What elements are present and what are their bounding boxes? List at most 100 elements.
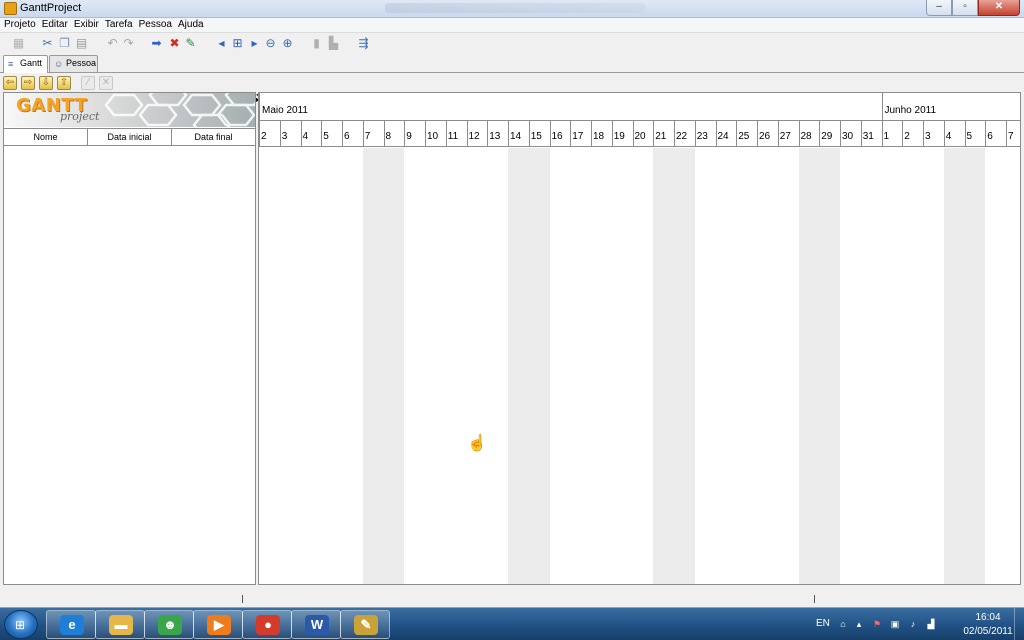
- day-header: 26: [757, 121, 778, 147]
- scroll-right-icon[interactable]: ▸: [248, 37, 261, 50]
- unlink-tasks-icon[interactable]: ✕: [99, 76, 113, 90]
- cut-icon[interactable]: ✂: [41, 37, 54, 50]
- day-header: 24: [715, 121, 737, 147]
- messenger-button[interactable]: ☻: [144, 610, 194, 639]
- chrome-icon: ●: [256, 615, 280, 635]
- outdent-icon[interactable]: ⇦: [3, 76, 17, 90]
- menu-tarefa[interactable]: Tarefa: [105, 18, 133, 32]
- day-header: 5: [964, 121, 986, 147]
- windows-taskbar: ⊞ EN ⌂ ▴ ⚑ ▣ ♪ ▟ 16:04 02/05/2011 e ▬ ☻ ▶ ● W…: [0, 607, 1024, 640]
- day-header: 18: [591, 121, 612, 147]
- fit-icon[interactable]: ⊞: [231, 37, 244, 50]
- logo-subtext: project: [60, 110, 100, 123]
- weekend-column: [964, 148, 986, 584]
- weekend-column: [674, 148, 695, 584]
- day-header: 10: [425, 121, 446, 147]
- volume-icon[interactable]: ♪: [908, 619, 918, 629]
- column-data-inicial[interactable]: Data inicial: [88, 129, 172, 145]
- weekend-column: [383, 148, 405, 584]
- undo-icon[interactable]: ↶: [106, 37, 119, 50]
- day-header: 17: [570, 121, 591, 147]
- day-header: 30: [840, 121, 861, 147]
- minimize-button[interactable]: –: [926, 0, 952, 16]
- link-icon[interactable]: ➡: [150, 37, 163, 50]
- internet-explorer-button[interactable]: e: [46, 610, 96, 639]
- column-nome[interactable]: Nome: [4, 129, 88, 145]
- word-button[interactable]: W: [291, 610, 341, 639]
- tab-gantt[interactable]: ≡ Gantt: [3, 55, 48, 73]
- app-icon: [4, 2, 17, 15]
- day-header: 16: [549, 121, 571, 147]
- gantt-chart[interactable]: Maio 2011 Junho 2011 2 3 4 5 6 7 8 9 10 11 12 13 14 15…: [258, 92, 1021, 585]
- media-player-button[interactable]: ▶: [193, 610, 243, 639]
- close-button[interactable]: ✕: [978, 0, 1020, 16]
- new-task-icon[interactable]: ▦: [12, 37, 25, 50]
- indent-icon[interactable]: ⇨: [21, 76, 35, 90]
- pessoa-tab-icon: ☺: [54, 59, 64, 69]
- menu-exibir[interactable]: Exibir: [74, 18, 99, 32]
- file-explorer-button[interactable]: ▬: [95, 610, 145, 639]
- scroll-left-icon[interactable]: ◂: [215, 37, 228, 50]
- clock-time[interactable]: 16:04: [962, 612, 1014, 623]
- maximize-button[interactable]: ▫: [952, 0, 978, 16]
- show-hidden-icons-icon[interactable]: ▴: [854, 619, 864, 629]
- ime-icon[interactable]: ⌂: [838, 619, 848, 629]
- resources-icon[interactable]: ▙: [327, 37, 340, 50]
- day-header: 8: [383, 121, 405, 147]
- start-button[interactable]: ⊞: [4, 610, 38, 639]
- weekend-column: [798, 148, 820, 584]
- day-header: 9: [404, 121, 425, 147]
- delete-icon[interactable]: ✖: [168, 37, 181, 50]
- move-down-icon[interactable]: ⇩: [39, 76, 53, 90]
- logo-hexagons: [104, 93, 255, 127]
- copy-icon[interactable]: ❐: [58, 37, 71, 50]
- zoom-in-icon[interactable]: ⊕: [281, 37, 294, 50]
- day-header: 1: [881, 121, 903, 147]
- weekend-column: [362, 148, 384, 584]
- day-header: 14: [508, 121, 529, 147]
- ganttproject-taskbar-button[interactable]: ✎: [340, 610, 390, 639]
- show-desktop-button[interactable]: [1014, 608, 1024, 640]
- device-icon[interactable]: ▣: [890, 619, 900, 629]
- view-tabs: ≡ Gantt ☺ Pessoa: [0, 55, 1024, 73]
- day-header: 29: [819, 121, 840, 147]
- language-indicator[interactable]: EN: [816, 618, 830, 629]
- day-header: 4: [943, 121, 965, 147]
- network-icon[interactable]: ▟: [926, 619, 936, 629]
- day-header: 7: [362, 121, 384, 147]
- messenger-icon: ☻: [158, 615, 182, 635]
- ganttproject-taskbar-icon: ✎: [354, 615, 378, 635]
- weekend-column: [943, 148, 965, 584]
- day-header: 20: [632, 121, 654, 147]
- day-header: 27: [777, 121, 799, 147]
- menu-ajuda[interactable]: Ajuda: [178, 18, 204, 32]
- paste-icon[interactable]: ▤: [75, 37, 88, 50]
- status-bar: [0, 587, 1024, 607]
- menu-pessoa[interactable]: Pessoa: [139, 18, 172, 32]
- day-header: 3: [923, 121, 944, 147]
- day-header: 22: [674, 121, 695, 147]
- redo-icon[interactable]: ↷: [122, 37, 135, 50]
- tab-pessoa[interactable]: ☺ Pessoa: [49, 55, 98, 72]
- day-header: 12: [466, 121, 488, 147]
- day-header: 23: [694, 121, 716, 147]
- window-controls: – ▫ ✕: [926, 0, 1020, 16]
- day-header: 6: [985, 121, 1006, 147]
- task-table-panel: GANTT project Nome Data inicial Data fin…: [3, 92, 256, 585]
- page-icon[interactable]: ▮: [310, 37, 323, 50]
- chrome-button[interactable]: ●: [242, 610, 292, 639]
- tab-pessoa-label: Pessoa: [66, 58, 97, 68]
- properties-icon[interactable]: ✎: [184, 37, 197, 50]
- menu-editar[interactable]: Editar: [42, 18, 68, 32]
- critical-path-icon[interactable]: ⇶: [357, 37, 370, 50]
- column-data-final[interactable]: Data final: [172, 129, 255, 145]
- menu-projeto[interactable]: Projeto: [4, 18, 36, 32]
- zoom-out-icon[interactable]: ⊖: [264, 37, 277, 50]
- task-toolbar: ⇦ ⇨ ⇩ ⇧ ⁄ ✕: [0, 74, 1024, 92]
- menu-bar: Projeto Editar Exibir Tarefa Pessoa Ajud…: [0, 18, 1024, 33]
- action-center-icon[interactable]: ⚑: [872, 619, 882, 629]
- windows-logo-icon: ⊞: [15, 618, 26, 632]
- move-up-icon[interactable]: ⇧: [57, 76, 71, 90]
- link-tasks-icon[interactable]: ⁄: [81, 76, 95, 90]
- clock-date[interactable]: 02/05/2011: [962, 626, 1014, 637]
